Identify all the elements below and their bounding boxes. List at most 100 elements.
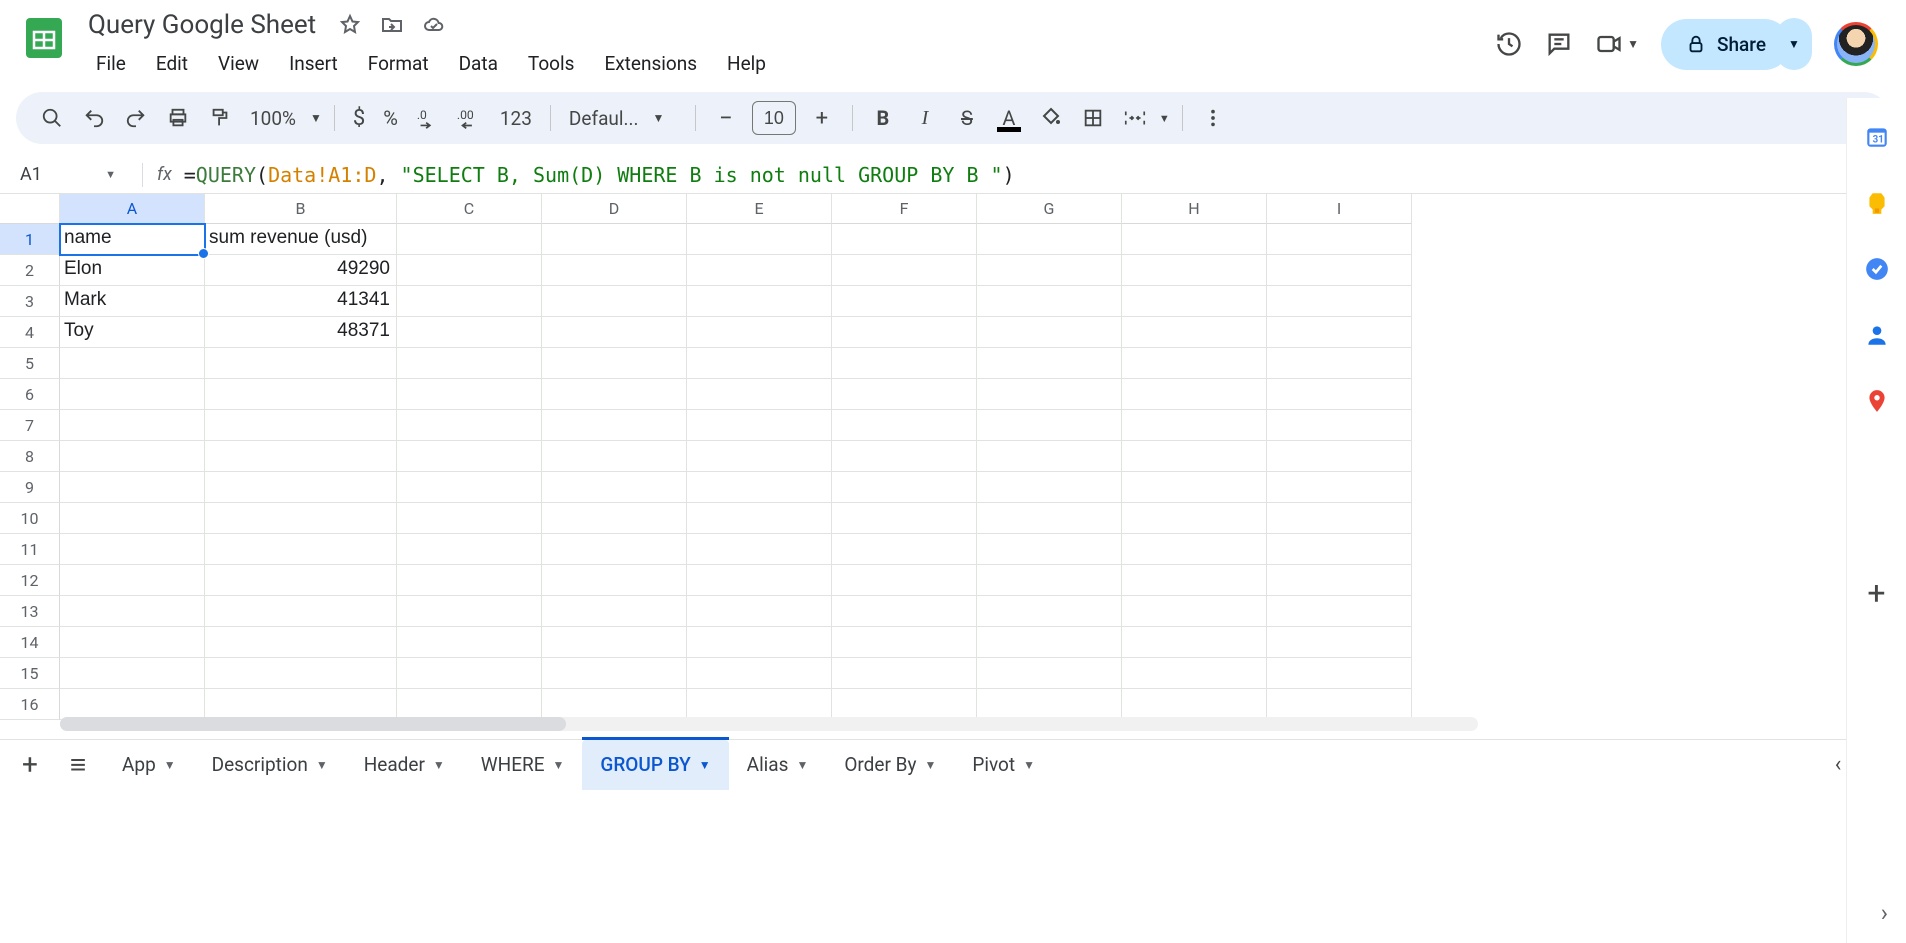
cell-A8[interactable] — [60, 441, 205, 472]
cell-D6[interactable] — [542, 379, 687, 410]
cell-C16[interactable] — [397, 689, 542, 720]
cell-I12[interactable] — [1267, 565, 1412, 596]
cell-E10[interactable] — [687, 503, 832, 534]
bold-icon[interactable]: B — [865, 100, 901, 136]
add-sheet-button[interactable]: + — [8, 743, 52, 787]
cell-C3[interactable] — [397, 286, 542, 317]
cell-H14[interactable] — [1122, 627, 1267, 658]
zoom-select[interactable]: 100% — [244, 107, 302, 130]
row-header-10[interactable]: 10 — [0, 503, 60, 534]
menu-extensions[interactable]: Extensions — [592, 48, 709, 79]
cell-E1[interactable] — [687, 224, 832, 255]
fill-color-icon[interactable] — [1033, 100, 1069, 136]
cell-F4[interactable] — [832, 317, 977, 348]
cell-H5[interactable] — [1122, 348, 1267, 379]
cell-G6[interactable] — [977, 379, 1122, 410]
maps-icon[interactable] — [1864, 388, 1890, 414]
cell-H8[interactable] — [1122, 441, 1267, 472]
get-addons-icon[interactable]: + — [1867, 574, 1885, 612]
cell-F8[interactable] — [832, 441, 977, 472]
cell-G13[interactable] — [977, 596, 1122, 627]
cell-A6[interactable] — [60, 379, 205, 410]
cell-E14[interactable] — [687, 627, 832, 658]
cell-B4[interactable]: 48371 — [205, 317, 397, 348]
col-header-H[interactable]: H — [1122, 194, 1267, 224]
cell-I10[interactable] — [1267, 503, 1412, 534]
cell-A15[interactable] — [60, 658, 205, 689]
cell-D14[interactable] — [542, 627, 687, 658]
cell-C4[interactable] — [397, 317, 542, 348]
cell-E8[interactable] — [687, 441, 832, 472]
row-header-13[interactable]: 13 — [0, 596, 60, 627]
col-header-A[interactable]: A — [60, 194, 205, 224]
expand-side-panel-icon[interactable]: › — [1881, 899, 1888, 927]
tasks-icon[interactable] — [1864, 256, 1890, 282]
cell-C9[interactable] — [397, 472, 542, 503]
cell-G8[interactable] — [977, 441, 1122, 472]
cell-C7[interactable] — [397, 410, 542, 441]
sheet-tab-group-by[interactable]: GROUP BY▼ — [582, 740, 728, 790]
cell-D12[interactable] — [542, 565, 687, 596]
print-icon[interactable] — [160, 100, 196, 136]
cell-I6[interactable] — [1267, 379, 1412, 410]
cell-G14[interactable] — [977, 627, 1122, 658]
calendar-icon[interactable]: 31 — [1864, 124, 1890, 150]
cell-C2[interactable] — [397, 255, 542, 286]
account-avatar[interactable] — [1834, 22, 1878, 66]
undo-icon[interactable] — [76, 100, 112, 136]
sheet-tab-header[interactable]: Header▼ — [346, 740, 463, 790]
share-button[interactable]: Share — [1661, 19, 1790, 70]
cell-A1[interactable]: name — [60, 224, 205, 255]
col-header-D[interactable]: D — [542, 194, 687, 224]
row-header-1[interactable]: 1 — [0, 224, 60, 255]
cell-A5[interactable] — [60, 348, 205, 379]
cell-F7[interactable] — [832, 410, 977, 441]
cell-B15[interactable] — [205, 658, 397, 689]
cell-G16[interactable] — [977, 689, 1122, 720]
history-icon[interactable] — [1495, 30, 1523, 58]
move-folder-icon[interactable] — [380, 13, 404, 37]
paint-format-icon[interactable] — [202, 100, 238, 136]
cell-A7[interactable] — [60, 410, 205, 441]
cell-E7[interactable] — [687, 410, 832, 441]
cell-E3[interactable] — [687, 286, 832, 317]
cell-F9[interactable] — [832, 472, 977, 503]
cell-E9[interactable] — [687, 472, 832, 503]
star-icon[interactable] — [338, 13, 362, 37]
cell-A16[interactable] — [60, 689, 205, 720]
cell-C5[interactable] — [397, 348, 542, 379]
cell-H7[interactable] — [1122, 410, 1267, 441]
format-currency[interactable]: $ — [347, 106, 371, 131]
sheets-logo-icon[interactable] — [20, 14, 68, 62]
cell-I5[interactable] — [1267, 348, 1412, 379]
sheet-tab-pivot[interactable]: Pivot▼ — [954, 740, 1053, 790]
font-size-input[interactable] — [752, 101, 796, 135]
cell-G2[interactable] — [977, 255, 1122, 286]
cell-F6[interactable] — [832, 379, 977, 410]
cell-F12[interactable] — [832, 565, 977, 596]
spreadsheet-grid[interactable]: A B C D E F G H I 1namesum revenue (usd)… — [0, 194, 1906, 739]
cell-E15[interactable] — [687, 658, 832, 689]
cell-G9[interactable] — [977, 472, 1122, 503]
cell-F10[interactable] — [832, 503, 977, 534]
cell-I8[interactable] — [1267, 441, 1412, 472]
cell-A9[interactable] — [60, 472, 205, 503]
cell-I4[interactable] — [1267, 317, 1412, 348]
cell-I2[interactable] — [1267, 255, 1412, 286]
chevron-down-icon[interactable]: ▼ — [699, 758, 711, 772]
merge-cells-icon[interactable] — [1117, 100, 1153, 136]
cell-H12[interactable] — [1122, 565, 1267, 596]
chevron-down-icon[interactable]: ▼ — [433, 758, 445, 772]
cell-B13[interactable] — [205, 596, 397, 627]
cell-F16[interactable] — [832, 689, 977, 720]
cell-C12[interactable] — [397, 565, 542, 596]
chevron-down-icon[interactable]: ▼ — [310, 111, 322, 125]
format-123[interactable]: 123 — [494, 107, 538, 130]
col-header-G[interactable]: G — [977, 194, 1122, 224]
cell-H15[interactable] — [1122, 658, 1267, 689]
cell-I11[interactable] — [1267, 534, 1412, 565]
cell-D7[interactable] — [542, 410, 687, 441]
cell-E12[interactable] — [687, 565, 832, 596]
select-all-corner[interactable] — [0, 194, 60, 224]
cell-F3[interactable] — [832, 286, 977, 317]
